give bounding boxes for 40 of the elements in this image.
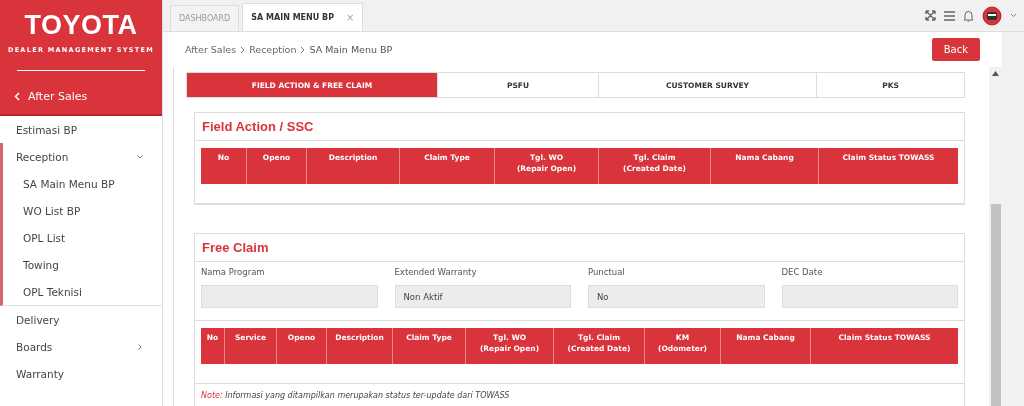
scrollbar-thumb[interactable]	[990, 204, 1001, 406]
menu-icon[interactable]	[944, 10, 955, 21]
bell-icon[interactable]	[963, 9, 974, 22]
field-label: Extended Warranty	[394, 267, 478, 277]
input-field[interactable]	[781, 285, 958, 308]
input-field[interactable]	[201, 285, 378, 308]
field-label: DEC Date	[781, 267, 824, 277]
sidebar-item[interactable]: Warranty	[0, 360, 162, 387]
sidebar-item[interactable]: Delivery	[0, 306, 162, 333]
chevron-right-icon	[300, 45, 306, 54]
chevron-left-icon	[14, 92, 20, 101]
input-field[interactable]: No	[588, 285, 765, 308]
back-button[interactable]: Back	[931, 38, 980, 61]
chevron-right-icon	[136, 342, 144, 351]
input-field[interactable]: Non Aktif	[394, 285, 571, 308]
sidebar-item[interactable]: Estimasi BP	[0, 116, 162, 143]
sidebar-subitem[interactable]: WO List BP	[3, 197, 162, 224]
sidebar-subitem[interactable]: OPL Teknisi	[3, 278, 162, 305]
sidebar-item[interactable]: Boards	[0, 333, 162, 360]
sidebar-item[interactable]: Reception	[3, 143, 162, 170]
sidebar-back-link[interactable]: After Sales	[0, 71, 162, 103]
caret-icon[interactable]	[1010, 13, 1017, 18]
panel-title: Free Claim	[195, 234, 964, 262]
fullscreen-icon[interactable]	[925, 10, 936, 21]
breadcrumb-link[interactable]: After Sales	[185, 44, 237, 55]
note-text: Note: Informasi yang ditampilkan merupakan status ter-update dari TOWASS	[200, 390, 511, 402]
panel-title: Field Action / SSC	[195, 113, 964, 141]
scroll-up-icon[interactable]	[992, 71, 999, 76]
sidebar-subitem[interactable]: OPL List	[3, 224, 162, 251]
field-label: Nama Program	[201, 267, 266, 277]
chevron-down-icon	[136, 152, 144, 161]
field-label: Punctual	[588, 267, 626, 277]
sidebar-subitem[interactable]: Towing	[3, 251, 162, 278]
page-tab[interactable]: SA MAIN MENU BP ×	[242, 3, 364, 31]
avatar-icon[interactable]	[982, 5, 1002, 26]
breadcrumb-link[interactable]: Reception	[249, 44, 297, 55]
logo: TOYOTA	[23, 10, 139, 40]
breadcrumb-link[interactable]: SA Main Menu BP	[309, 44, 393, 55]
sidebar-subitem[interactable]: SA Main Menu BP	[3, 170, 162, 197]
chevron-right-icon	[240, 45, 246, 54]
